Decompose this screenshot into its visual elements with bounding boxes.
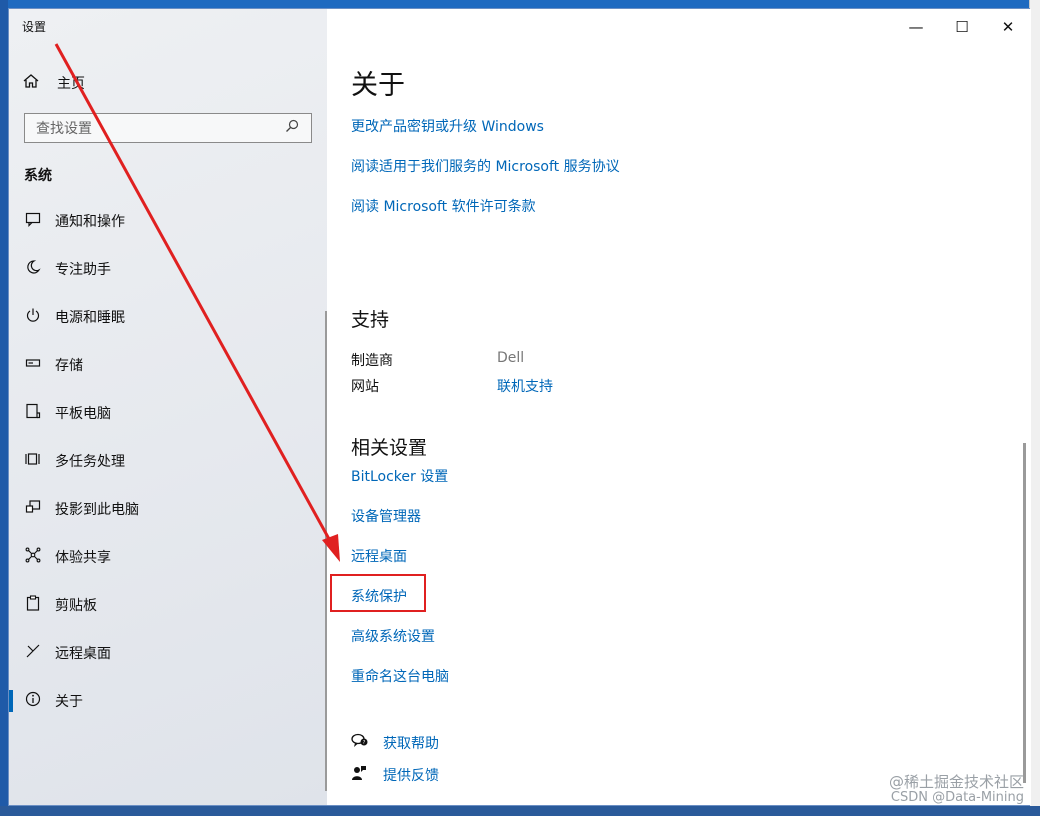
- sidebar-item-notifications[interactable]: 通知和操作: [9, 207, 327, 235]
- feedback-icon: [351, 765, 371, 785]
- desktop-background-bottom: [0, 806, 1040, 816]
- link-remote-desktop[interactable]: 远程桌面: [351, 546, 407, 566]
- desktop-background-top: [0, 0, 1040, 8]
- website-link[interactable]: 联机支持: [497, 376, 553, 396]
- maximize-button[interactable]: ☐: [939, 15, 985, 39]
- sidebar-item-storage[interactable]: 存储: [9, 351, 327, 379]
- window-title: 设置: [22, 20, 47, 34]
- link-rename-pc[interactable]: 重命名这台电脑: [351, 666, 449, 686]
- sidebar-item-label: 关于: [55, 694, 83, 710]
- home-icon: [23, 73, 43, 93]
- info-icon: [23, 691, 43, 711]
- link-advanced-system-settings[interactable]: 高级系统设置: [351, 626, 435, 646]
- manufacturer-value: Dell: [497, 350, 525, 366]
- link-bitlocker[interactable]: BitLocker 设置: [351, 466, 448, 486]
- moon-icon: [23, 259, 43, 279]
- search-icon[interactable]: [285, 119, 311, 137]
- search-input[interactable]: 查找设置: [24, 113, 312, 143]
- sidebar-item-label: 通知和操作: [55, 214, 125, 230]
- website-label: 网站: [351, 379, 379, 395]
- link-license-terms[interactable]: 阅读 Microsoft 软件许可条款: [351, 196, 536, 216]
- svg-text:?: ?: [363, 740, 366, 746]
- feedback-row[interactable]: 提供反馈: [351, 764, 439, 786]
- active-indicator: [9, 690, 13, 712]
- sidebar-item-label: 平板电脑: [55, 406, 111, 422]
- multitask-icon: [23, 451, 43, 471]
- remote-icon: [23, 643, 43, 663]
- annotation-highlight-box: [330, 574, 426, 612]
- get-help-link[interactable]: 获取帮助: [383, 733, 439, 753]
- get-help-row[interactable]: ? 获取帮助: [351, 732, 439, 754]
- notification-icon: [23, 211, 43, 231]
- sidebar-item-power-sleep[interactable]: 电源和睡眠: [9, 303, 327, 331]
- related-settings-heading: 相关设置: [351, 437, 428, 459]
- sidebar-item-label: 体验共享: [55, 550, 111, 566]
- support-heading: 支持: [351, 309, 390, 331]
- sidebar-item-focus-assist[interactable]: 专注助手: [9, 255, 327, 283]
- power-icon: [23, 307, 43, 327]
- sidebar-item-shared-experiences[interactable]: 体验共享: [9, 543, 327, 571]
- sidebar-home[interactable]: 主页: [23, 71, 85, 95]
- content-scrollbar[interactable]: [1023, 443, 1026, 783]
- sidebar-item-clipboard[interactable]: 剪贴板: [9, 591, 327, 619]
- sidebar-item-tablet[interactable]: 平板电脑: [9, 399, 327, 427]
- sidebar-item-label: 专注助手: [55, 262, 111, 278]
- sidebar-item-label: 多任务处理: [55, 454, 125, 470]
- share-icon: [23, 547, 43, 567]
- main-content: — ☐ ✕ 关于 更改产品密钥或升级 Windows 阅读适用于我们服务的 Mi…: [327, 9, 1031, 805]
- tablet-icon: [23, 403, 43, 423]
- feedback-link[interactable]: 提供反馈: [383, 765, 439, 785]
- link-service-agreement[interactable]: 阅读适用于我们服务的 Microsoft 服务协议: [351, 156, 620, 176]
- sidebar-item-about[interactable]: 关于: [9, 687, 327, 715]
- sidebar-item-remote-desktop[interactable]: 远程桌面: [9, 639, 327, 667]
- minimize-button[interactable]: —: [893, 15, 939, 39]
- clipboard-icon: [23, 595, 43, 615]
- watermark-csdn: CSDN @Data-Mining: [890, 790, 1024, 805]
- project-icon: [23, 499, 43, 519]
- storage-icon: [23, 355, 43, 375]
- settings-window: 设置 主页 查找设置 系统 通知和操作 专注助手 电源和睡眠 存储 平板电脑 多…: [8, 8, 1031, 806]
- page-title: 关于: [351, 70, 405, 101]
- sidebar-item-label: 剪贴板: [55, 598, 97, 614]
- sidebar-item-label: 投影到此电脑: [55, 502, 139, 518]
- watermark-juejin: @稀土掘金技术社区: [888, 773, 1024, 791]
- sidebar-item-project[interactable]: 投影到此电脑: [9, 495, 327, 523]
- search-placeholder: 查找设置: [36, 121, 92, 137]
- sidebar-item-multitasking[interactable]: 多任务处理: [9, 447, 327, 475]
- sidebar-item-label: 远程桌面: [55, 646, 111, 662]
- desktop-background-left: [0, 0, 8, 816]
- sidebar-section-title: 系统: [24, 168, 52, 184]
- close-button[interactable]: ✕: [985, 15, 1031, 39]
- manufacturer-label: 制造商: [351, 353, 393, 369]
- link-change-product-key[interactable]: 更改产品密钥或升级 Windows: [351, 116, 544, 136]
- sidebar: 设置 主页 查找设置 系统 通知和操作 专注助手 电源和睡眠 存储 平板电脑 多…: [9, 9, 328, 805]
- sidebar-item-label: 存储: [55, 358, 83, 374]
- sidebar-item-label: 电源和睡眠: [55, 310, 125, 326]
- sidebar-home-label: 主页: [57, 76, 85, 92]
- help-chat-icon: ?: [351, 733, 371, 753]
- link-device-manager[interactable]: 设备管理器: [351, 506, 421, 526]
